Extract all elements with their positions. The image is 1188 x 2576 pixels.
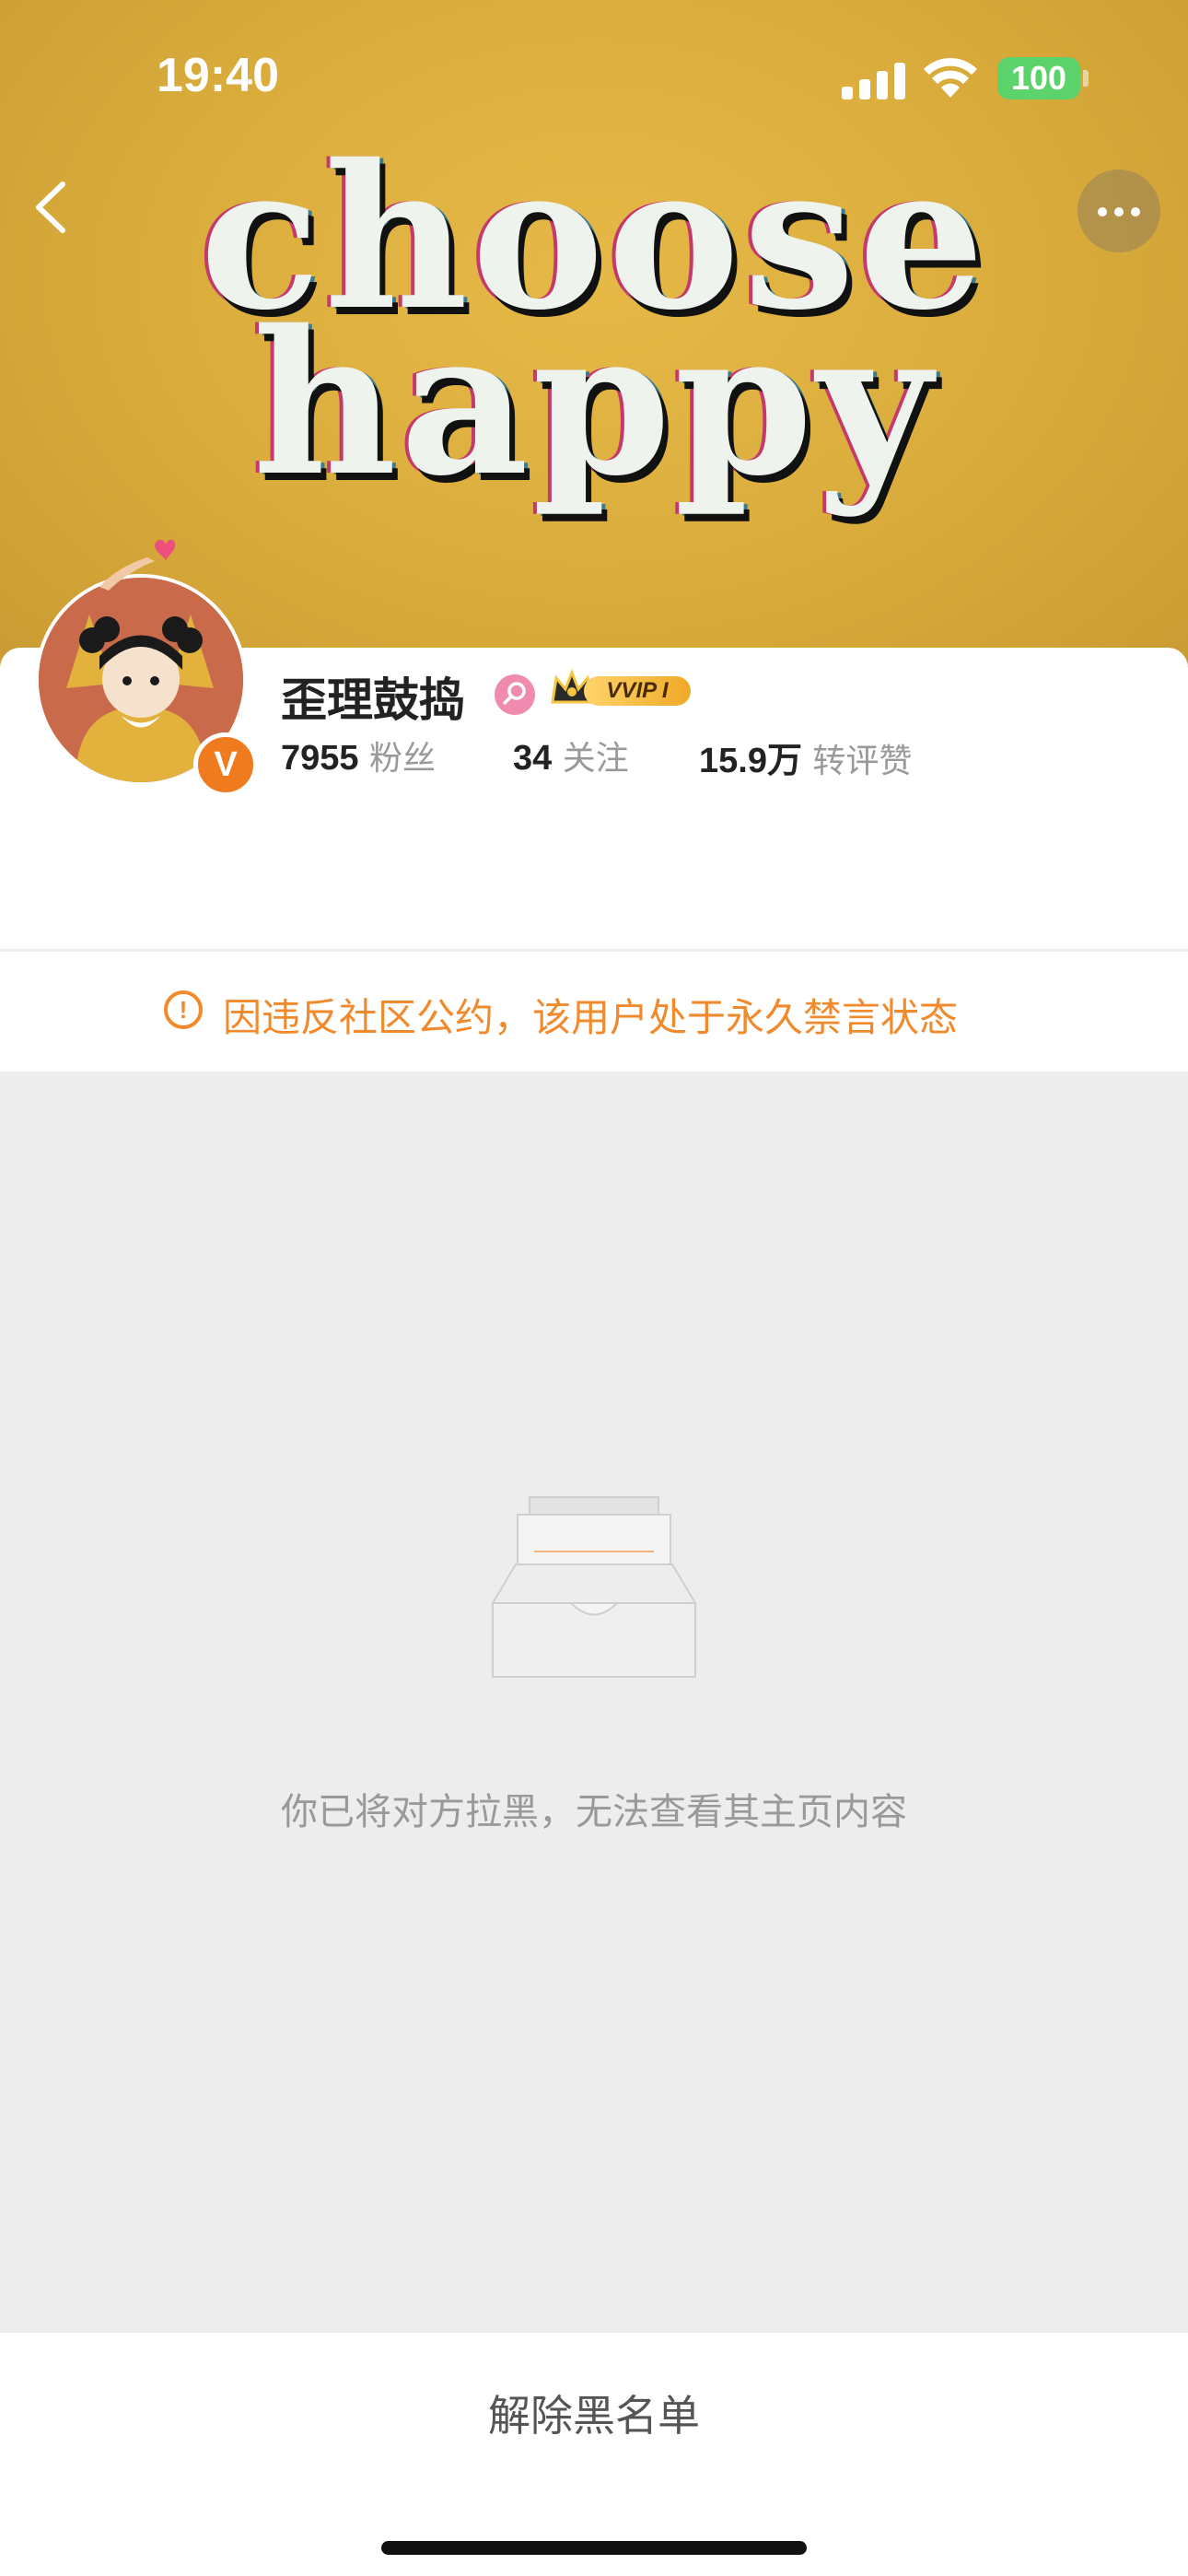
- stat-interactions[interactable]: 15.9万 转评赞: [699, 732, 912, 782]
- ban-notice-text: 因违反社区公约，该用户处于永久禁言状态: [223, 995, 959, 1040]
- vvip-badge[interactable]: VVIP I: [549, 669, 696, 711]
- wifi-icon: [924, 57, 977, 98]
- stat-value: 34: [513, 739, 553, 778]
- verified-badge: V: [193, 732, 258, 797]
- battery-cap: [1083, 70, 1089, 87]
- alert-circle-icon: !: [164, 990, 203, 1029]
- stat-label: 关注: [562, 740, 629, 778]
- vip-level-label: VVIP I: [584, 676, 691, 706]
- stat-label: 转评赞: [812, 743, 913, 780]
- stat-value: 15.9万: [699, 742, 802, 780]
- battery-indicator: 100: [997, 57, 1080, 100]
- stat-followers[interactable]: 7955 粉丝: [281, 732, 436, 779]
- home-indicator[interactable]: [381, 2541, 807, 2555]
- unblock-button[interactable]: 解除黑名单: [410, 2379, 778, 2453]
- username: 歪理鼓捣: [281, 673, 465, 727]
- back-arrow-icon[interactable]: [20, 175, 85, 240]
- cellular-signal-icon: [842, 59, 906, 100]
- female-gender-icon: [495, 674, 535, 715]
- ban-notice: ! 因违反社区公约，该用户处于永久禁言状态: [0, 950, 1188, 1071]
- heart-hand-icon: [99, 539, 176, 591]
- avatar[interactable]: V: [35, 539, 258, 797]
- stat-value: 7955: [281, 739, 359, 778]
- bottom-action-bar: 解除黑名单: [0, 2333, 1188, 2576]
- stat-label: 粉丝: [369, 740, 437, 778]
- more-options-button[interactable]: [1077, 170, 1160, 252]
- banner-text-line2: happy: [252, 287, 936, 520]
- stat-following[interactable]: 34 关注: [513, 732, 629, 779]
- blocked-empty-message: 你已将对方拉黑，无法查看其主页内容: [281, 1791, 907, 1833]
- status-time: 19:40: [157, 49, 279, 102]
- empty-inbox-icon: [491, 1496, 697, 1678]
